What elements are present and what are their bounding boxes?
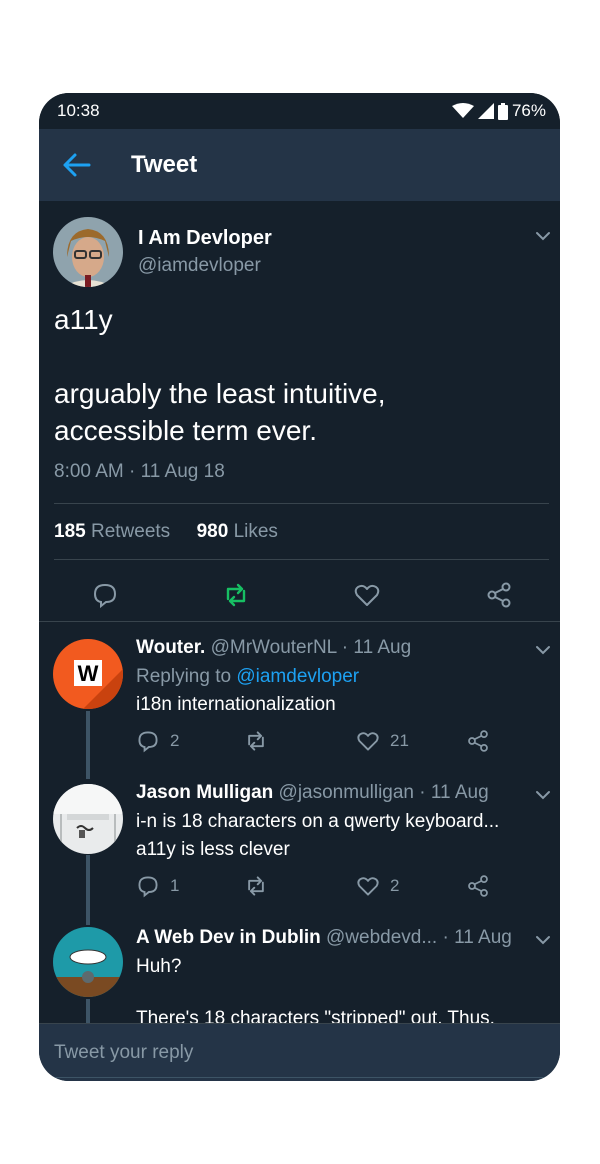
reply-text: Huh? [136, 956, 182, 977]
retweet-icon[interactable] [222, 581, 250, 609]
like-action[interactable]: 21 [356, 729, 409, 753]
reply-text: i18n internationalization [136, 694, 336, 715]
reply-meta: @jasonmulligan · 11 Aug [278, 782, 489, 803]
tweet-text: a11y arguably the least intuitive, acces… [54, 304, 386, 446]
app-header: Tweet [39, 129, 560, 201]
status-bar: 10:38 76% [39, 93, 560, 129]
tweet-actions [39, 573, 560, 621]
like-count: 980 [196, 521, 229, 542]
like-action[interactable]: 2 [356, 874, 399, 898]
retweet-count: 185 [54, 521, 86, 542]
reply-text: a11y is less clever [136, 839, 290, 860]
share-action[interactable] [466, 874, 490, 898]
avatar-image: W [53, 639, 123, 709]
reply-tweet[interactable]: A Web Dev in Dublin @webdevd... · 11 Aug… [39, 913, 560, 1023]
status-icons: 76% [451, 101, 546, 121]
divider [54, 559, 549, 560]
share-icon[interactable] [485, 581, 513, 609]
reply-author-name[interactable]: Wouter. [136, 637, 205, 658]
divider [54, 503, 549, 504]
replying-to-handle[interactable]: @iamdevloper [236, 666, 359, 687]
like-icon[interactable] [353, 581, 381, 609]
reply-author-name[interactable]: A Web Dev in Dublin [136, 927, 321, 948]
reply-icon[interactable] [91, 581, 119, 609]
like-icon [357, 732, 379, 751]
reply-header: Wouter. @MrWouterNL · 11 Aug [136, 637, 411, 659]
reply-tweet[interactable]: Jason Mulligan @jasonmulligan · 11 Aug i… [39, 768, 560, 913]
reply-actions: 2 21 [136, 729, 536, 755]
reply-tweet[interactable]: W Wouter. @MrWouterNL · 11 Aug Replying … [39, 623, 560, 768]
avatar-image [53, 784, 123, 854]
share-action[interactable] [466, 729, 490, 753]
reply-actions: 1 2 [136, 874, 536, 900]
reply-header: A Web Dev in Dublin @webdevd... · 11 Aug [136, 927, 512, 949]
reply-author-name[interactable]: Jason Mulligan [136, 782, 273, 803]
main-tweet: I Am Devloper @iamdevloper a11y arguably… [39, 201, 560, 621]
reply-meta: @webdevd... · 11 Aug [326, 927, 512, 948]
page-title: Tweet [131, 151, 198, 178]
wifi-icon [451, 103, 474, 118]
avatar[interactable]: W [53, 639, 123, 709]
signal-icon [477, 103, 494, 119]
svg-text:W: W [78, 661, 99, 686]
chevron-down-icon[interactable] [535, 231, 551, 241]
likes-stat[interactable]: 980 Likes [197, 521, 278, 542]
retweet-action[interactable] [244, 729, 268, 753]
avatar[interactable] [53, 927, 123, 997]
divider [39, 621, 560, 622]
tweet-timestamp: 8:00 AM · 11 Aug 18 [54, 461, 225, 482]
reply-text: i-n is 18 characters on a qwerty keyboar… [136, 811, 500, 832]
reply-icon [138, 731, 158, 753]
reply-count: 1 [170, 876, 180, 895]
avatar-image [53, 217, 123, 287]
avatar[interactable] [53, 217, 123, 287]
reply-input[interactable]: Tweet your reply [54, 1042, 193, 1064]
chevron-down-icon[interactable] [535, 935, 551, 945]
phone-screen: 10:38 76% Tweet I Am Devloper @iamdevlop… [39, 93, 560, 1081]
retweet-icon [248, 731, 264, 751]
back-arrow-icon [63, 153, 91, 177]
avatar-image [53, 927, 123, 997]
reply-text: There's 18 characters "stripped" out. Th… [136, 1008, 495, 1023]
chevron-down-icon[interactable] [535, 790, 551, 800]
share-icon [468, 875, 488, 897]
reply-action[interactable]: 1 [136, 874, 179, 898]
retweet-label: Retweets [90, 521, 171, 542]
reply-composer[interactable]: Tweet your reply [39, 1023, 560, 1081]
back-button[interactable] [57, 147, 97, 183]
replying-to: Replying to @iamdevloper [136, 666, 359, 688]
author-handle[interactable]: @iamdevloper [138, 255, 261, 277]
reply-action[interactable]: 2 [136, 729, 179, 753]
status-time: 10:38 [57, 101, 100, 120]
reply-count: 2 [170, 731, 180, 750]
replying-to-label: Replying to [136, 666, 232, 687]
like-count: 21 [390, 731, 409, 750]
retweet-action[interactable] [244, 874, 268, 898]
battery-icon [497, 102, 508, 120]
reply-icon [138, 876, 158, 898]
reply-header: Jason Mulligan @jasonmulligan · 11 Aug [136, 782, 489, 804]
like-count: 2 [390, 876, 400, 895]
share-icon [468, 730, 488, 752]
input-underline [54, 1077, 545, 1078]
author-name[interactable]: I Am Devloper [138, 227, 272, 250]
retweet-icon [248, 876, 264, 896]
like-icon [357, 877, 379, 896]
avatar[interactable] [53, 784, 123, 854]
like-label: Likes [233, 521, 278, 542]
tweet-stats: 185 Retweets 980 Likes [54, 521, 278, 543]
battery-percent: 76% [511, 101, 546, 120]
retweets-stat[interactable]: 185 Retweets [54, 521, 170, 542]
chevron-down-icon[interactable] [535, 645, 551, 655]
reply-meta: @MrWouterNL · 11 Aug [210, 637, 412, 658]
